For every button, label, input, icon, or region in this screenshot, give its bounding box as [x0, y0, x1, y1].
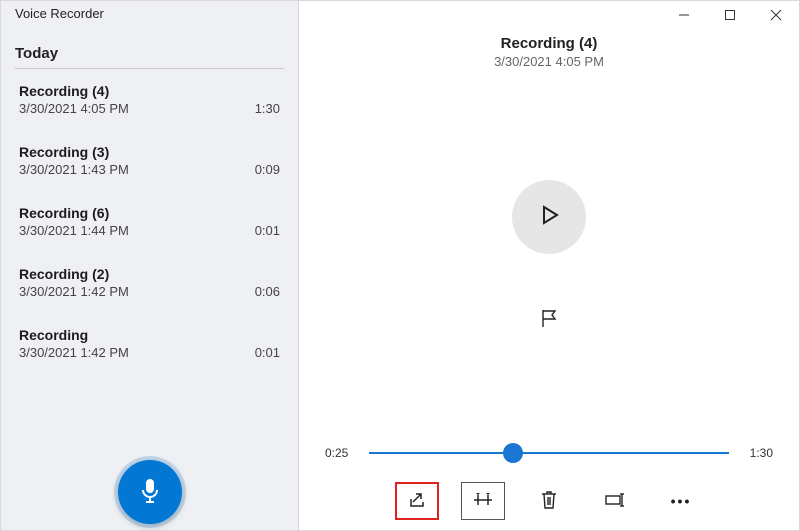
trim-button[interactable]: [461, 482, 505, 520]
recording-name: Recording (4): [19, 83, 280, 99]
recording-datetime: 3/30/2021 1:43 PM: [19, 162, 129, 177]
app-title: Voice Recorder: [1, 1, 298, 25]
recording-duration: 0:06: [255, 284, 280, 299]
recording-list-item[interactable]: Recording (4) 3/30/2021 4:05 PM 1:30: [1, 69, 298, 130]
share-button[interactable]: [395, 482, 439, 520]
minimize-icon: [678, 9, 690, 24]
delete-button[interactable]: [527, 482, 571, 520]
rename-button[interactable]: [593, 482, 637, 520]
recording-name: Recording: [19, 327, 280, 343]
maximize-button[interactable]: [707, 1, 753, 31]
play-icon: [536, 202, 562, 231]
recording-name: Recording (3): [19, 144, 280, 160]
recording-name: Recording (2): [19, 266, 280, 282]
detail-header: Recording (4) 3/30/2021 4:05 PM: [299, 35, 799, 69]
recording-datetime: 3/30/2021 1:42 PM: [19, 345, 129, 360]
detail-datetime: 3/30/2021 4:05 PM: [299, 54, 799, 69]
timeline: 0:25 1:30: [299, 446, 799, 466]
close-icon: [770, 9, 782, 24]
recording-name: Recording (6): [19, 205, 280, 221]
recording-datetime: 3/30/2021 1:42 PM: [19, 284, 129, 299]
flag-icon: [538, 307, 560, 332]
trash-icon: [540, 490, 558, 513]
close-button[interactable]: [753, 1, 799, 31]
recording-list: Recording (4) 3/30/2021 4:05 PM 1:30 Rec…: [1, 69, 298, 460]
elapsed-time: 0:25: [325, 446, 359, 460]
recording-list-item[interactable]: Recording (3) 3/30/2021 1:43 PM 0:09: [1, 130, 298, 191]
add-marker-button[interactable]: [533, 304, 565, 336]
recording-datetime: 3/30/2021 4:05 PM: [19, 101, 129, 116]
recording-duration: 0:01: [255, 223, 280, 238]
total-time: 1:30: [739, 446, 773, 460]
more-icon: •••: [671, 493, 692, 509]
recording-duration: 1:30: [255, 101, 280, 116]
toolbar: •••: [299, 466, 799, 530]
seek-thumb[interactable]: [503, 443, 523, 463]
window-controls: [299, 1, 799, 31]
recording-datetime: 3/30/2021 1:44 PM: [19, 223, 129, 238]
section-header-today: Today: [15, 25, 284, 69]
rename-icon: [604, 492, 626, 511]
share-icon: [407, 491, 427, 512]
recording-duration: 0:01: [255, 345, 280, 360]
detail-title: Recording (4): [299, 35, 799, 52]
microphone-icon: [138, 477, 162, 508]
seek-track[interactable]: [369, 450, 729, 456]
minimize-button[interactable]: [661, 1, 707, 31]
recording-list-item[interactable]: Recording 3/30/2021 1:42 PM 0:01: [1, 313, 298, 374]
play-button[interactable]: [512, 180, 586, 254]
trim-icon: [472, 492, 494, 511]
recording-list-item[interactable]: Recording (6) 3/30/2021 1:44 PM 0:01: [1, 191, 298, 252]
recording-duration: 0:09: [255, 162, 280, 177]
record-button[interactable]: [118, 460, 182, 524]
sidebar: Voice Recorder Today Recording (4) 3/30/…: [1, 1, 299, 530]
seek-track-bg: [369, 452, 729, 454]
main-pane: Recording (4) 3/30/2021 4:05 PM 0:25: [299, 1, 799, 530]
recording-list-item[interactable]: Recording (2) 3/30/2021 1:42 PM 0:06: [1, 252, 298, 313]
more-button[interactable]: •••: [659, 482, 703, 520]
maximize-icon: [724, 9, 736, 24]
